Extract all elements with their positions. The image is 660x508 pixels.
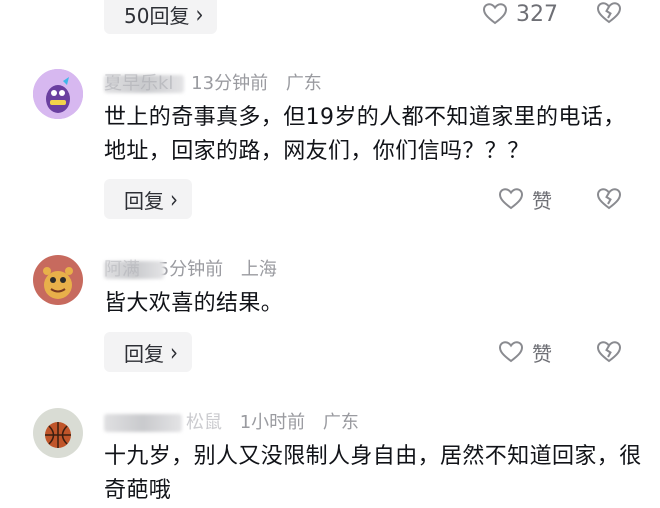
reply-button[interactable]: 50回复 ›	[104, 0, 218, 34]
like-button[interactable]: 赞	[498, 185, 552, 213]
comment-location: 广东	[285, 73, 322, 94]
reply-button[interactable]: 回复 ›	[104, 179, 192, 219]
broken-heart-icon	[596, 188, 622, 210]
reply-button-label: 回复	[124, 188, 164, 213]
dislike-button[interactable]	[596, 1, 622, 25]
heart-outline-icon	[498, 188, 524, 210]
dislike-button[interactable]	[596, 187, 622, 211]
avatar[interactable]	[33, 69, 83, 119]
chevron-right-icon: ›	[170, 337, 178, 367]
comment-location: 广东	[322, 412, 359, 433]
reply-button[interactable]: 回复 ›	[104, 332, 192, 372]
comment-time: 1小时前	[239, 412, 306, 433]
reply-button-label: 回复	[124, 341, 164, 366]
avatar[interactable]	[33, 255, 83, 305]
user-avatar-image	[33, 69, 83, 119]
chevron-right-icon: ›	[170, 184, 178, 214]
comment-meta: 阿满 5分钟前 上海	[104, 256, 289, 284]
user-name[interactable]: 松鼠	[104, 409, 222, 437]
like-button[interactable]: 赞	[498, 338, 552, 366]
heart-outline-icon	[482, 3, 508, 25]
like-count: 327	[516, 1, 558, 27]
user-name[interactable]: 夏早乐kl	[104, 70, 184, 98]
comment-text: 世上的奇事真多，但19岁的人都不知道家里的电话，地址，回家的路，网友们，你们信吗…	[104, 105, 626, 164]
dislike-button[interactable]	[596, 340, 622, 364]
comment-meta: 松鼠 1小时前 广东	[104, 409, 371, 437]
reply-button-label: 50回复	[124, 3, 190, 28]
user-avatar-image	[33, 408, 83, 458]
heart-outline-icon	[498, 341, 524, 363]
like-label: 赞	[532, 341, 552, 366]
user-avatar-image	[33, 255, 83, 305]
like-label: 赞	[532, 188, 552, 213]
comment-time: 13分钟前	[191, 73, 269, 94]
comment-time: 5分钟前	[157, 259, 224, 280]
avatar[interactable]	[33, 408, 83, 458]
user-name[interactable]: 阿满	[104, 256, 164, 284]
comment-text: 皆大欢喜的结果。	[104, 291, 284, 316]
broken-heart-icon	[596, 341, 622, 363]
comment-meta: 夏早乐kl 13分钟前 广东	[104, 70, 334, 98]
chevron-right-icon: ›	[195, 0, 204, 29]
comment-location: 上海	[240, 259, 277, 280]
like-button[interactable]: 327	[482, 0, 558, 28]
comment-text: 十九岁，别人又没限制人身自由，居然不知道回家，很奇葩哦	[104, 444, 642, 503]
broken-heart-icon	[596, 2, 622, 24]
